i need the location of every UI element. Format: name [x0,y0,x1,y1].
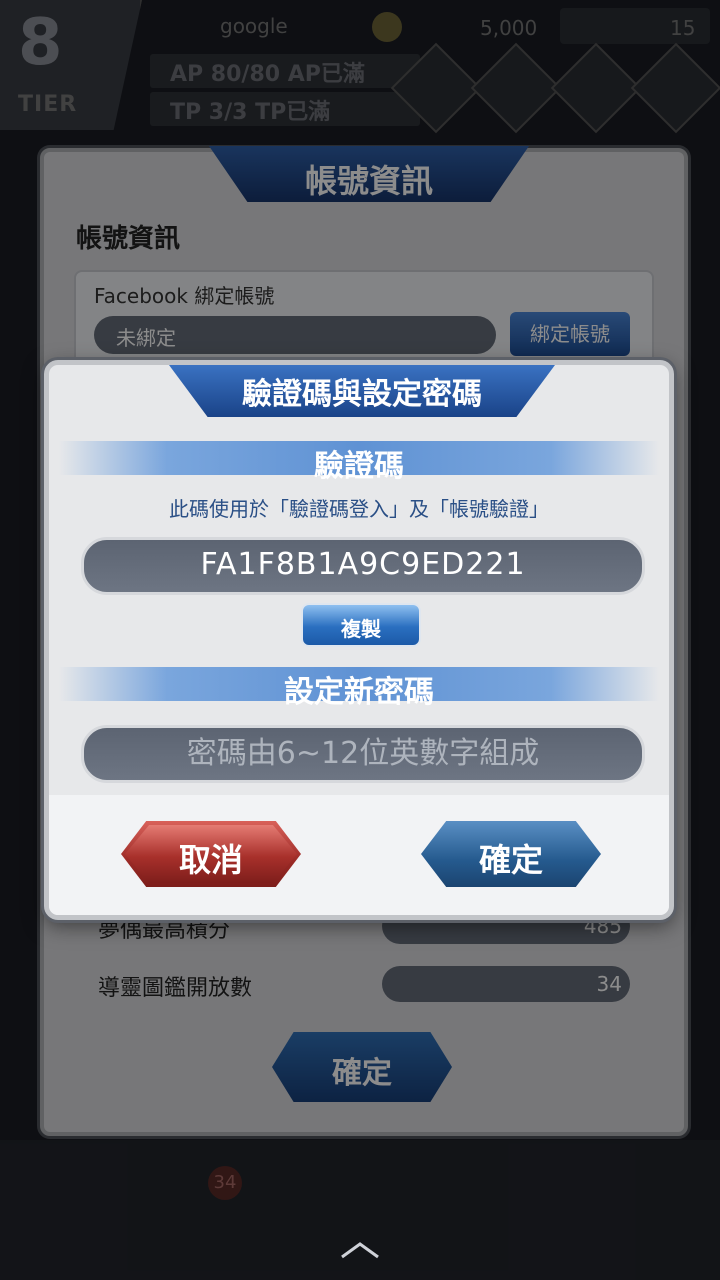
cancel-button-label: 取消 [178,841,243,879]
code-description: 此碼使用於「驗證碼登入」及「帳號驗證」 [169,497,549,521]
verification-code: FA1F8B1A9C9ED221 [200,547,526,582]
chevron-up-icon[interactable] [338,1240,382,1260]
confirm-button-label: 確定 [478,841,543,879]
stat-value: 34 [596,972,622,996]
password-section-title: 設定新密碼 [284,675,434,710]
panel-title: 帳號資訊 [304,162,433,200]
copy-button-label: 複製 [341,617,381,641]
dialog-title: 驗證碼與設定密碼 [242,377,482,412]
panel-confirm-label: 確定 [332,1056,392,1091]
code-section-title: 驗證碼 [314,449,404,484]
facebook-status-value: 未綁定 [116,326,176,350]
bind-account-button[interactable]: 綁定帳號 [510,312,630,356]
stat-label: 導靈圖鑑開放數 [98,976,253,1001]
facebook-label: Facebook 綁定帳號 [94,284,275,308]
password-input[interactable] [97,729,629,777]
verification-dialog: 驗證碼與設定密碼 驗證碼 此碼使用於「驗證碼登入」及「帳號驗證」 FA1F8B1… [44,360,674,920]
panel-section-title: 帳號資訊 [76,224,181,254]
